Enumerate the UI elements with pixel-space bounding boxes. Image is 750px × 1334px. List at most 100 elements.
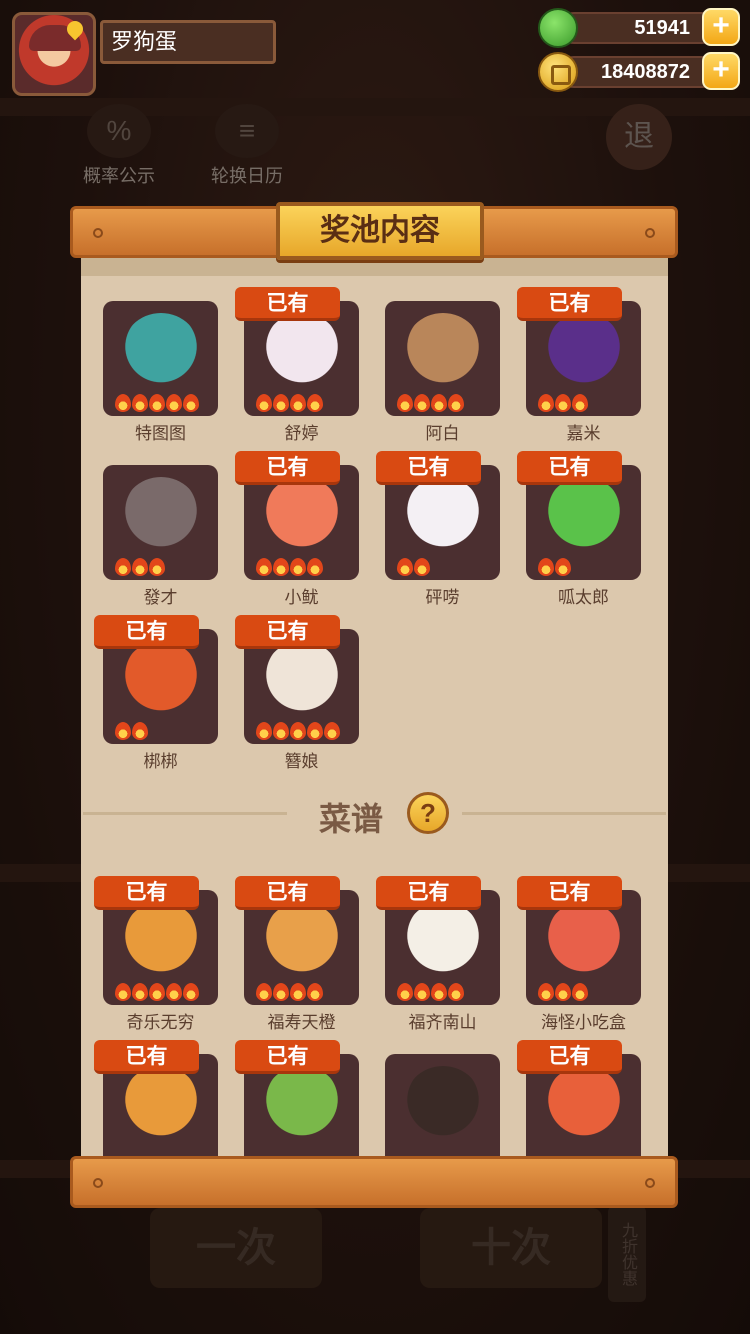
help-icon[interactable]: ? bbox=[407, 792, 449, 834]
rarity-stars bbox=[538, 394, 588, 412]
character-art bbox=[121, 477, 201, 561]
divider bbox=[462, 812, 666, 815]
character-art bbox=[262, 641, 342, 725]
rarity-stars bbox=[256, 722, 340, 740]
flame-star-icon bbox=[132, 722, 148, 740]
recipes-header: 菜谱 ? bbox=[81, 788, 668, 838]
character-name: 簪娘 bbox=[284, 752, 319, 771]
character-name: 發才 bbox=[143, 588, 178, 607]
flame-star-icon bbox=[115, 983, 131, 1001]
character-name: 特图图 bbox=[135, 424, 186, 443]
character-card[interactable]: 梆梆 已有 bbox=[94, 615, 218, 781]
flame-star-icon bbox=[431, 394, 447, 412]
divider bbox=[83, 812, 287, 815]
character-art bbox=[403, 477, 483, 561]
flame-star-icon bbox=[572, 394, 588, 412]
apple-icon bbox=[538, 8, 578, 48]
avatar[interactable] bbox=[12, 12, 96, 96]
character-card[interactable]: 砰唠 已有 bbox=[376, 451, 500, 617]
owned-badge: 已有 bbox=[376, 876, 481, 910]
recipe-name: 奇乐无穷 bbox=[126, 1013, 195, 1032]
flame-star-icon bbox=[115, 722, 131, 740]
nail-icon bbox=[645, 228, 655, 238]
add-apples-button[interactable]: + bbox=[702, 8, 740, 46]
rarity-stars bbox=[115, 394, 199, 412]
flame-star-icon bbox=[555, 558, 571, 576]
recipe-name: 福寿天橙 bbox=[267, 1013, 336, 1032]
rarity-stars bbox=[115, 983, 199, 1001]
character-name: 嘉米 bbox=[566, 424, 601, 443]
owned-badge: 已有 bbox=[235, 1040, 340, 1074]
flame-star-icon bbox=[414, 394, 430, 412]
recipe-name: 海怪小吃盒 bbox=[541, 1013, 626, 1032]
flame-star-icon bbox=[290, 722, 306, 740]
flame-star-icon bbox=[414, 558, 430, 576]
character-name: 梆梆 bbox=[143, 752, 178, 771]
character-card[interactable]: 發才 bbox=[103, 465, 218, 617]
flame-star-icon bbox=[397, 558, 413, 576]
flame-star-icon bbox=[256, 558, 272, 576]
flame-star-icon bbox=[273, 558, 289, 576]
coin-icon bbox=[538, 52, 578, 92]
character-name: 呱太郎 bbox=[558, 588, 609, 607]
flame-star-icon bbox=[183, 394, 199, 412]
recipe-card[interactable]: 已有 bbox=[517, 1040, 641, 1156]
flame-star-icon bbox=[307, 722, 323, 740]
flame-star-icon bbox=[307, 558, 323, 576]
character-card[interactable]: 嘉米 已有 bbox=[517, 287, 641, 453]
owned-badge: 已有 bbox=[376, 451, 481, 485]
rarity-stars bbox=[115, 558, 165, 576]
owned-badge: 已有 bbox=[517, 451, 622, 485]
coin-count: 18408872 bbox=[558, 56, 718, 88]
recipe-grid: 奇乐无穷 已有 福寿天橙 已有 福齐南山 已有 海怪小吃盒 已有 已有 已有 已有 bbox=[94, 876, 646, 1156]
apple-counter: 51941 + bbox=[538, 8, 740, 48]
recipe-card[interactable]: 奇乐无穷 已有 bbox=[94, 876, 218, 1042]
recipe-card[interactable]: 福齐南山 已有 bbox=[376, 876, 500, 1042]
flame-star-icon bbox=[256, 983, 272, 1001]
owned-badge: 已有 bbox=[235, 287, 340, 321]
character-card[interactable]: 舒婷 已有 bbox=[235, 287, 359, 453]
flame-star-icon bbox=[538, 558, 554, 576]
rarity-stars bbox=[115, 722, 148, 740]
owned-badge: 已有 bbox=[235, 615, 340, 649]
rarity-stars bbox=[397, 558, 430, 576]
recipe-card[interactable]: 福寿天橙 已有 bbox=[235, 876, 359, 1042]
player-name: 罗狗蛋 bbox=[100, 20, 276, 64]
rarity-stars bbox=[538, 558, 571, 576]
rarity-stars bbox=[397, 983, 464, 1001]
character-card[interactable]: 小鱿 已有 bbox=[235, 451, 359, 617]
flame-star-icon bbox=[414, 983, 430, 1001]
owned-badge: 已有 bbox=[94, 876, 199, 910]
flame-star-icon bbox=[273, 722, 289, 740]
owned-badge: 已有 bbox=[94, 615, 199, 649]
prize-pool-panel[interactable]: 特图图 舒婷 已有 阿白 嘉米 已有 發才 小鱿 已有 砰唠 已有 呱太郎 已有 梆梆 已有 簪娘 已有 菜谱 … bbox=[81, 258, 668, 1156]
recipe-art bbox=[121, 1066, 201, 1150]
character-card[interactable]: 阿白 bbox=[385, 301, 500, 453]
flame-star-icon bbox=[397, 983, 413, 1001]
flame-star-icon bbox=[132, 394, 148, 412]
flame-star-icon bbox=[273, 983, 289, 1001]
character-name: 阿白 bbox=[425, 424, 460, 443]
character-card[interactable]: 簪娘 已有 bbox=[235, 615, 359, 781]
add-coins-button[interactable]: + bbox=[702, 52, 740, 90]
character-portrait bbox=[385, 301, 500, 416]
panel-shadow bbox=[81, 258, 668, 276]
flame-star-icon bbox=[273, 394, 289, 412]
flame-star-icon bbox=[115, 394, 131, 412]
recipe-card[interactable]: 已有 bbox=[94, 1040, 218, 1156]
character-card[interactable]: 呱太郎 已有 bbox=[517, 451, 641, 617]
flame-star-icon bbox=[572, 983, 588, 1001]
nail-icon bbox=[645, 1178, 655, 1188]
flame-star-icon bbox=[448, 983, 464, 1001]
recipe-card[interactable]: 已有 bbox=[235, 1040, 359, 1156]
recipe-card[interactable] bbox=[385, 1054, 500, 1156]
rarity-stars bbox=[256, 983, 323, 1001]
recipe-card[interactable]: 海怪小吃盒 已有 bbox=[517, 876, 641, 1042]
flame-star-icon bbox=[290, 983, 306, 1001]
character-card[interactable]: 特图图 bbox=[103, 301, 218, 453]
owned-badge: 已有 bbox=[517, 287, 622, 321]
flame-star-icon bbox=[397, 394, 413, 412]
flame-star-icon bbox=[290, 558, 306, 576]
nail-icon bbox=[93, 1178, 103, 1188]
character-portrait bbox=[103, 301, 218, 416]
